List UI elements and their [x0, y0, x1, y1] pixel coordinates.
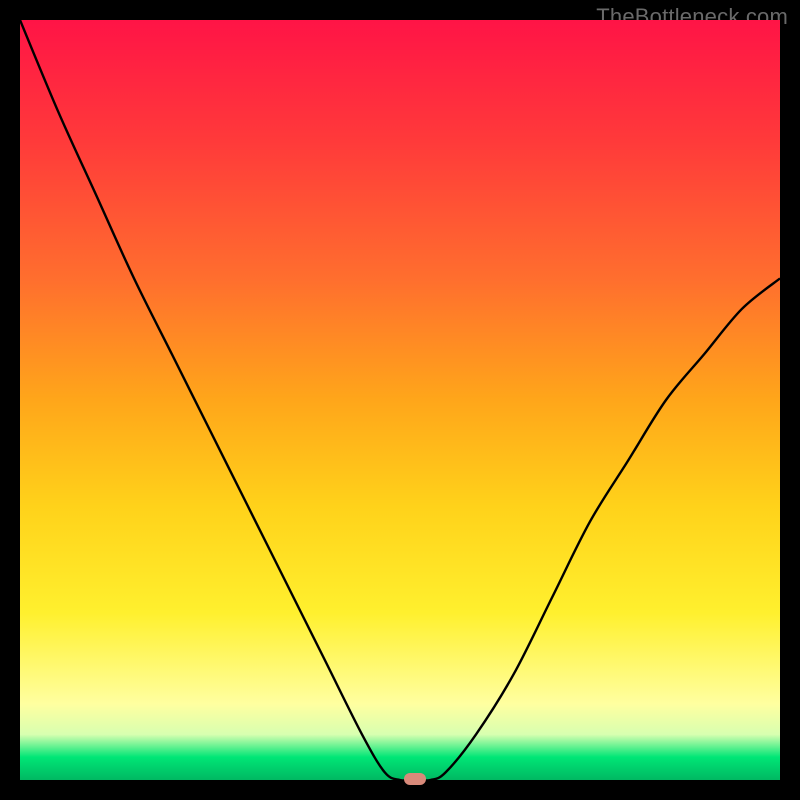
plot-area: [20, 20, 780, 780]
chart-frame: TheBottleneck.com: [0, 0, 800, 800]
minimum-marker: [404, 773, 426, 785]
bottleneck-curve: [20, 20, 780, 780]
